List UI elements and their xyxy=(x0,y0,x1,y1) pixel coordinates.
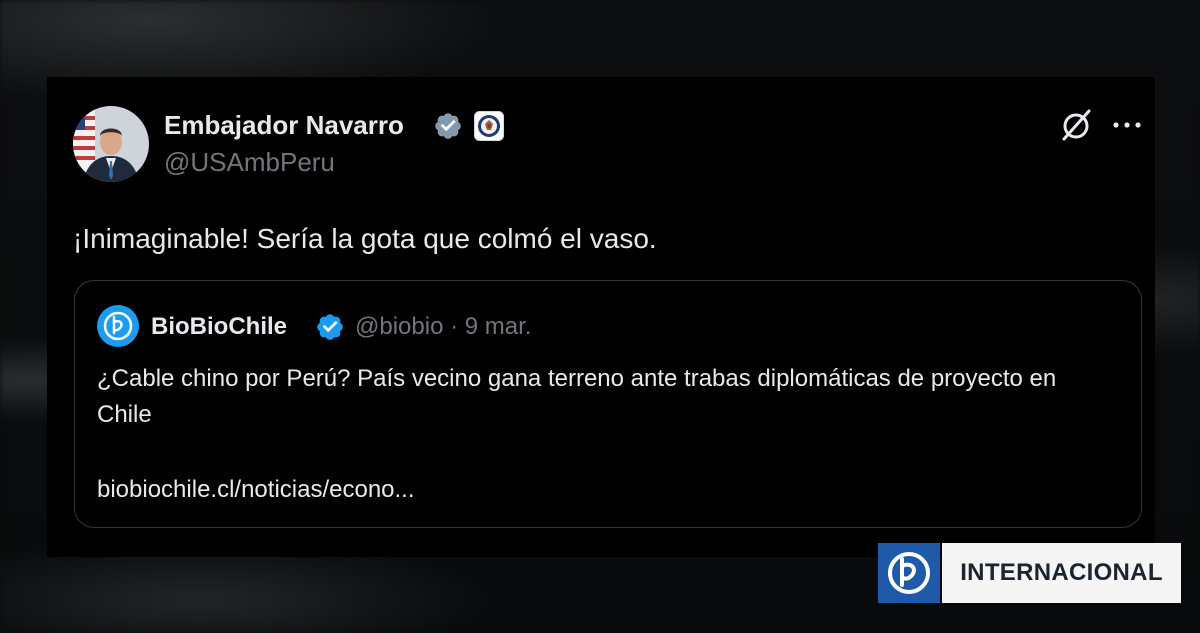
more-options-icon[interactable] xyxy=(1111,117,1143,133)
verified-gray-icon[interactable] xyxy=(433,111,463,141)
section-label: INTERNACIONAL xyxy=(960,559,1163,586)
author-name[interactable]: Embajador Navarro xyxy=(164,110,404,140)
quoted-author-name[interactable]: BioBioChile xyxy=(151,313,287,341)
quoted-tweet-link[interactable]: biobiochile.cl/noticias/econo... xyxy=(97,475,415,505)
us-state-department-seal-icon[interactable] xyxy=(474,111,504,141)
quoted-date[interactable]: 9 mar. xyxy=(465,313,532,340)
quoted-meta: @biobio · 9 mar. xyxy=(355,313,531,341)
author-avatar[interactable] xyxy=(73,106,149,182)
biobio-logo-icon[interactable] xyxy=(97,305,139,347)
verified-blue-icon[interactable] xyxy=(315,312,345,342)
section-label-box: INTERNACIONAL xyxy=(942,543,1181,603)
section-badge: INTERNACIONAL xyxy=(878,543,1181,603)
quoted-tweet-card[interactable]: BioBioChile @biobio · 9 mar. ¿Cable chin… xyxy=(74,280,1142,528)
biobio-brand-logo-icon xyxy=(878,543,940,603)
quoted-tweet-text: ¿Cable chino por Perú? País vecino gana … xyxy=(97,365,1057,428)
quoted-author-handle[interactable]: @biobio xyxy=(355,313,443,340)
meta-separator: · xyxy=(450,313,459,340)
grok-icon[interactable] xyxy=(1058,107,1094,143)
tweet-text: ¡Inimaginable! Sería la gota que colmó e… xyxy=(73,223,657,254)
author-handle[interactable]: @USAmbPeru xyxy=(164,147,335,177)
